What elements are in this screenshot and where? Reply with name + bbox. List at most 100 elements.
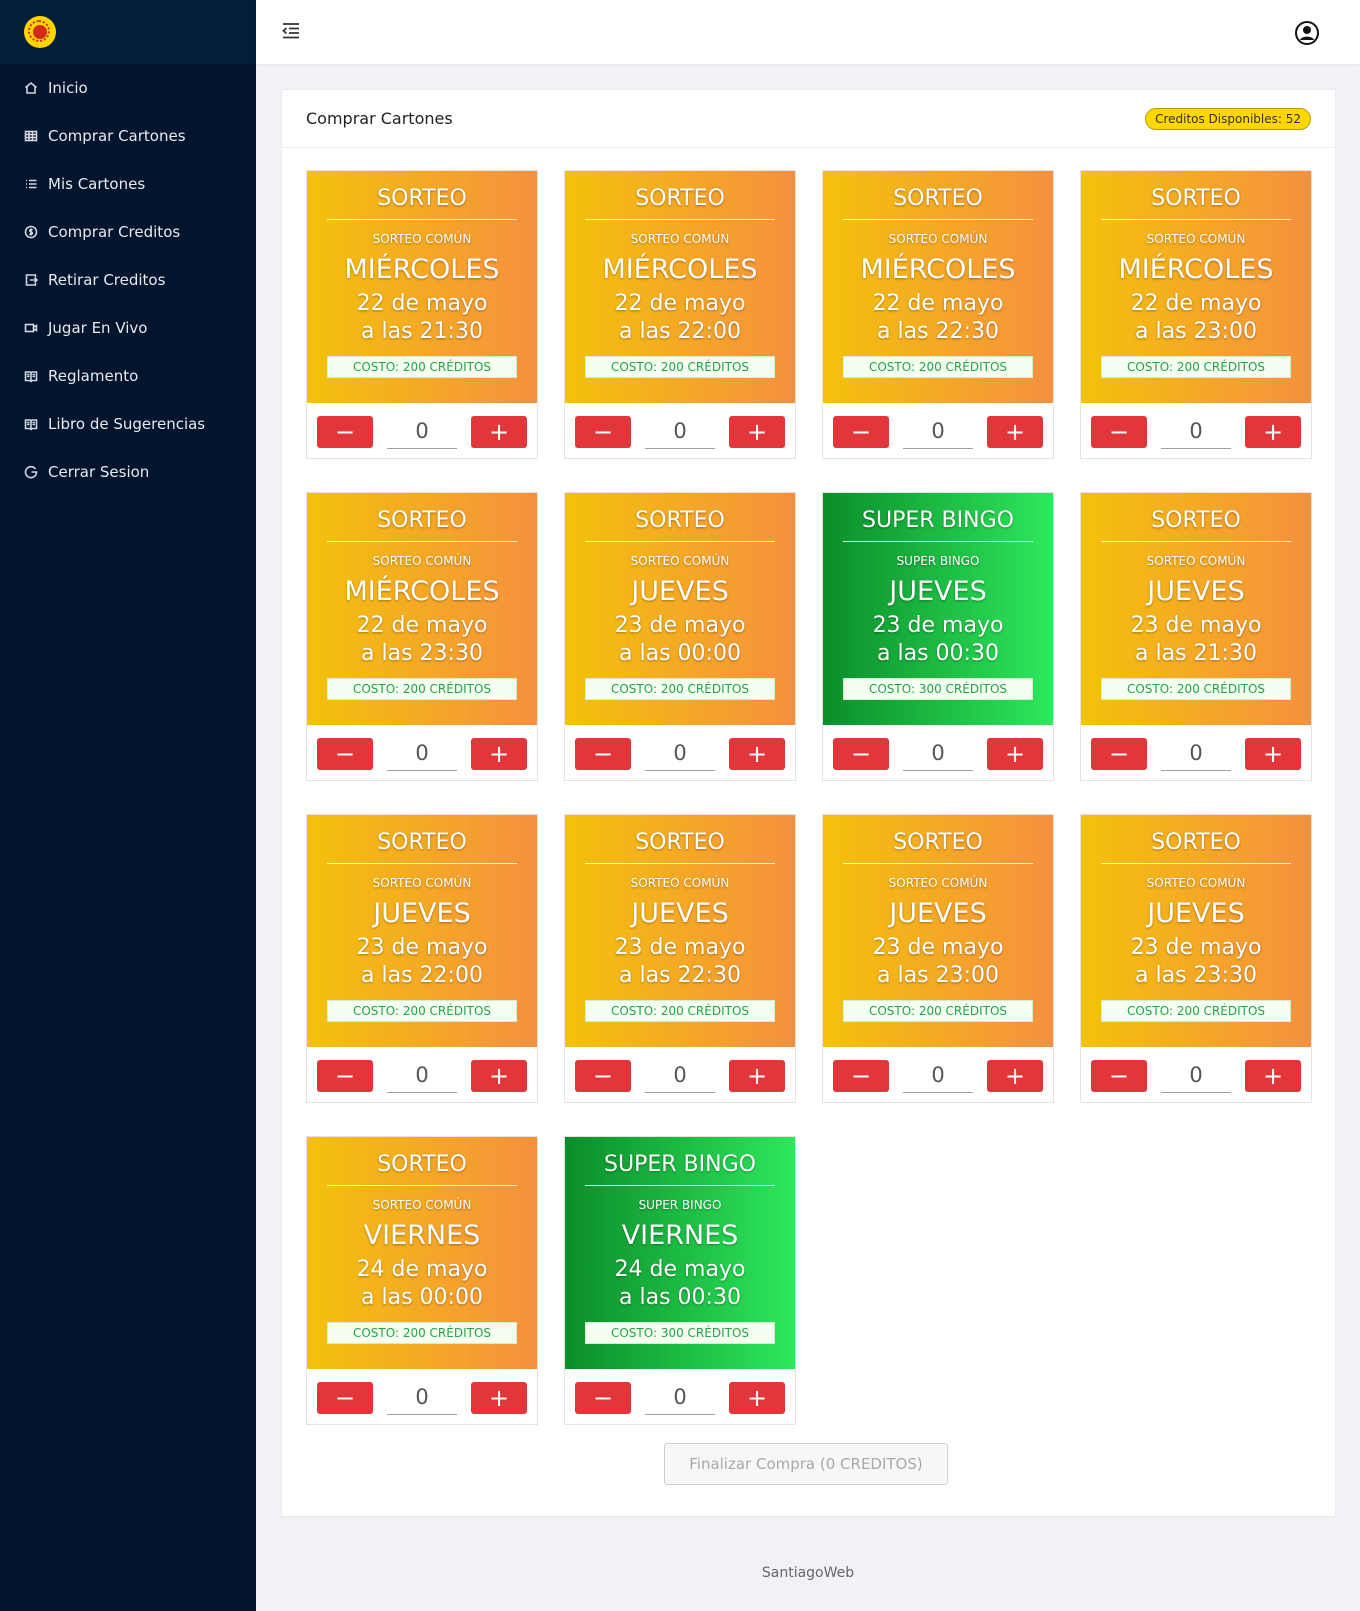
- decrease-button[interactable]: −: [317, 415, 373, 448]
- sidebar-item-jugar-en-vivo[interactable]: Jugar En Vivo: [0, 304, 256, 352]
- increase-button[interactable]: +: [471, 1381, 527, 1414]
- quantity-input[interactable]: [903, 736, 973, 771]
- decrease-button[interactable]: −: [317, 737, 373, 770]
- sidebar-item-label: Comprar Creditos: [48, 223, 181, 241]
- sidebar-item-retirar-creditos[interactable]: Retirar Creditos: [0, 256, 256, 304]
- ticket-type: SORTEO COMÚN: [372, 876, 472, 890]
- ticket-date: 22 de mayo: [356, 613, 488, 638]
- video-icon: [24, 321, 38, 335]
- logo[interactable]: [24, 16, 56, 48]
- quantity-input[interactable]: [1161, 736, 1231, 771]
- decrease-button[interactable]: −: [1091, 415, 1147, 448]
- quantity-input[interactable]: [645, 1380, 715, 1415]
- ticket-day: JUEVES: [1147, 898, 1245, 929]
- increase-button[interactable]: +: [729, 415, 785, 448]
- ticket-cost: COSTO: 200 CRÉDITOS: [843, 356, 1033, 378]
- ticket-heading: SORTEO: [327, 815, 517, 864]
- ticket-info: SORTEO SORTEO COMÚN MIÉRCOLES 22 de mayo a l…: [307, 493, 537, 725]
- ticket-info: SORTEO SORTEO COMÚN MIÉRCOLES 22 de mayo a l…: [565, 171, 795, 403]
- sidebar-item-reglamento[interactable]: Reglamento: [0, 352, 256, 400]
- quantity-input[interactable]: [645, 736, 715, 771]
- ticket-date: 23 de mayo: [1130, 935, 1262, 960]
- sidebar-item-label: Libro de Sugerencias: [48, 415, 206, 433]
- ticket-cost: COSTO: 200 CRÉDITOS: [1101, 678, 1291, 700]
- quantity-input[interactable]: [387, 1058, 457, 1093]
- sidebar-item-label: Jugar En Vivo: [48, 319, 148, 337]
- quantity-stepper: −+: [1081, 725, 1311, 782]
- increase-button[interactable]: +: [1245, 1059, 1301, 1092]
- ticket-time: a las 22:30: [877, 319, 999, 344]
- ticket-card: SORTEO SORTEO COMÚN JUEVES 23 de mayo a las …: [564, 814, 796, 1103]
- ticket-card: SORTEO SORTEO COMÚN MIÉRCOLES 22 de mayo a l…: [1080, 170, 1312, 459]
- quantity-stepper: −+: [307, 725, 537, 782]
- ticket-day: MIÉRCOLES: [344, 576, 500, 607]
- ticket-cost: COSTO: 300 CRÉDITOS: [843, 678, 1033, 700]
- quantity-stepper: −+: [823, 725, 1053, 782]
- decrease-button[interactable]: −: [1091, 737, 1147, 770]
- sidebar-item-label: Mis Cartones: [48, 175, 146, 193]
- increase-button[interactable]: +: [1245, 737, 1301, 770]
- sidebar-item-label: Inicio: [48, 79, 88, 97]
- ticket-card: SUPER BINGO SUPER BINGO VIERNES 24 de mayo a…: [564, 1136, 796, 1425]
- quantity-input[interactable]: [1161, 1058, 1231, 1093]
- increase-button[interactable]: +: [729, 1059, 785, 1092]
- ticket-time: a las 21:30: [1135, 641, 1257, 666]
- ticket-day: MIÉRCOLES: [1118, 254, 1274, 285]
- ticket-time: a las 23:30: [361, 641, 483, 666]
- ticket-time: a las 00:00: [361, 1285, 483, 1310]
- ticket-card: SORTEO SORTEO COMÚN JUEVES 23 de mayo a las …: [1080, 814, 1312, 1103]
- quantity-input[interactable]: [387, 414, 457, 449]
- sidebar-item-comprar-cartones[interactable]: Comprar Cartones: [0, 112, 256, 160]
- increase-button[interactable]: +: [987, 415, 1043, 448]
- decrease-button[interactable]: −: [833, 737, 889, 770]
- ticket-type: SORTEO COMÚN: [372, 1198, 472, 1212]
- ticket-info: SORTEO SORTEO COMÚN JUEVES 23 de mayo a las …: [1081, 493, 1311, 725]
- increase-button[interactable]: +: [471, 1059, 527, 1092]
- increase-button[interactable]: +: [987, 737, 1043, 770]
- sidebar-item-cerrar-sesion[interactable]: Cerrar Sesion: [0, 448, 256, 496]
- quantity-input[interactable]: [645, 414, 715, 449]
- ticket-day: MIÉRCOLES: [860, 254, 1016, 285]
- decrease-button[interactable]: −: [833, 1059, 889, 1092]
- quantity-input[interactable]: [1161, 414, 1231, 449]
- withdraw-icon: [24, 273, 38, 287]
- quantity-stepper: −+: [823, 403, 1053, 460]
- ticket-time: a las 23:00: [877, 963, 999, 988]
- quantity-input[interactable]: [387, 1380, 457, 1415]
- decrease-button[interactable]: −: [1091, 1059, 1147, 1092]
- ticket-time: a las 00:30: [877, 641, 999, 666]
- increase-button[interactable]: +: [471, 415, 527, 448]
- menu-collapse-icon[interactable]: [280, 20, 302, 42]
- increase-button[interactable]: +: [729, 1381, 785, 1414]
- decrease-button[interactable]: −: [575, 737, 631, 770]
- decrease-button[interactable]: −: [317, 1059, 373, 1092]
- ticket-type: SORTEO COMÚN: [372, 232, 472, 246]
- decrease-button[interactable]: −: [317, 1381, 373, 1414]
- sidebar-item-inicio[interactable]: Inicio: [0, 64, 256, 112]
- quantity-input[interactable]: [903, 1058, 973, 1093]
- ticket-time: a las 00:30: [619, 1285, 741, 1310]
- finalize-purchase-button[interactable]: Finalizar Compra (0 CREDITOS): [664, 1443, 948, 1485]
- quantity-input[interactable]: [387, 736, 457, 771]
- ticket-time: a las 21:30: [361, 319, 483, 344]
- increase-button[interactable]: +: [987, 1059, 1043, 1092]
- buy-cards-panel: Comprar Cartones Creditos Disponibles: 5…: [281, 89, 1336, 1517]
- quantity-input[interactable]: [903, 414, 973, 449]
- user-avatar-icon[interactable]: [1294, 20, 1320, 46]
- sidebar-item-libro-de-sugerencias[interactable]: Libro de Sugerencias: [0, 400, 256, 448]
- decrease-button[interactable]: −: [833, 415, 889, 448]
- increase-button[interactable]: +: [1245, 415, 1301, 448]
- decrease-button[interactable]: −: [575, 1381, 631, 1414]
- decrease-button[interactable]: −: [575, 1059, 631, 1092]
- increase-button[interactable]: +: [729, 737, 785, 770]
- quantity-stepper: −+: [307, 1047, 537, 1104]
- sidebar-item-mis-cartones[interactable]: Mis Cartones: [0, 160, 256, 208]
- quantity-input[interactable]: [645, 1058, 715, 1093]
- sidebar-item-comprar-creditos[interactable]: Comprar Creditos: [0, 208, 256, 256]
- ticket-info: SORTEO SORTEO COMÚN JUEVES 23 de mayo a las …: [823, 815, 1053, 1047]
- increase-button[interactable]: +: [471, 737, 527, 770]
- home-icon: [24, 81, 38, 95]
- decrease-button[interactable]: −: [575, 415, 631, 448]
- ticket-cost: COSTO: 200 CRÉDITOS: [843, 1000, 1033, 1022]
- ticket-heading: SORTEO: [843, 171, 1033, 220]
